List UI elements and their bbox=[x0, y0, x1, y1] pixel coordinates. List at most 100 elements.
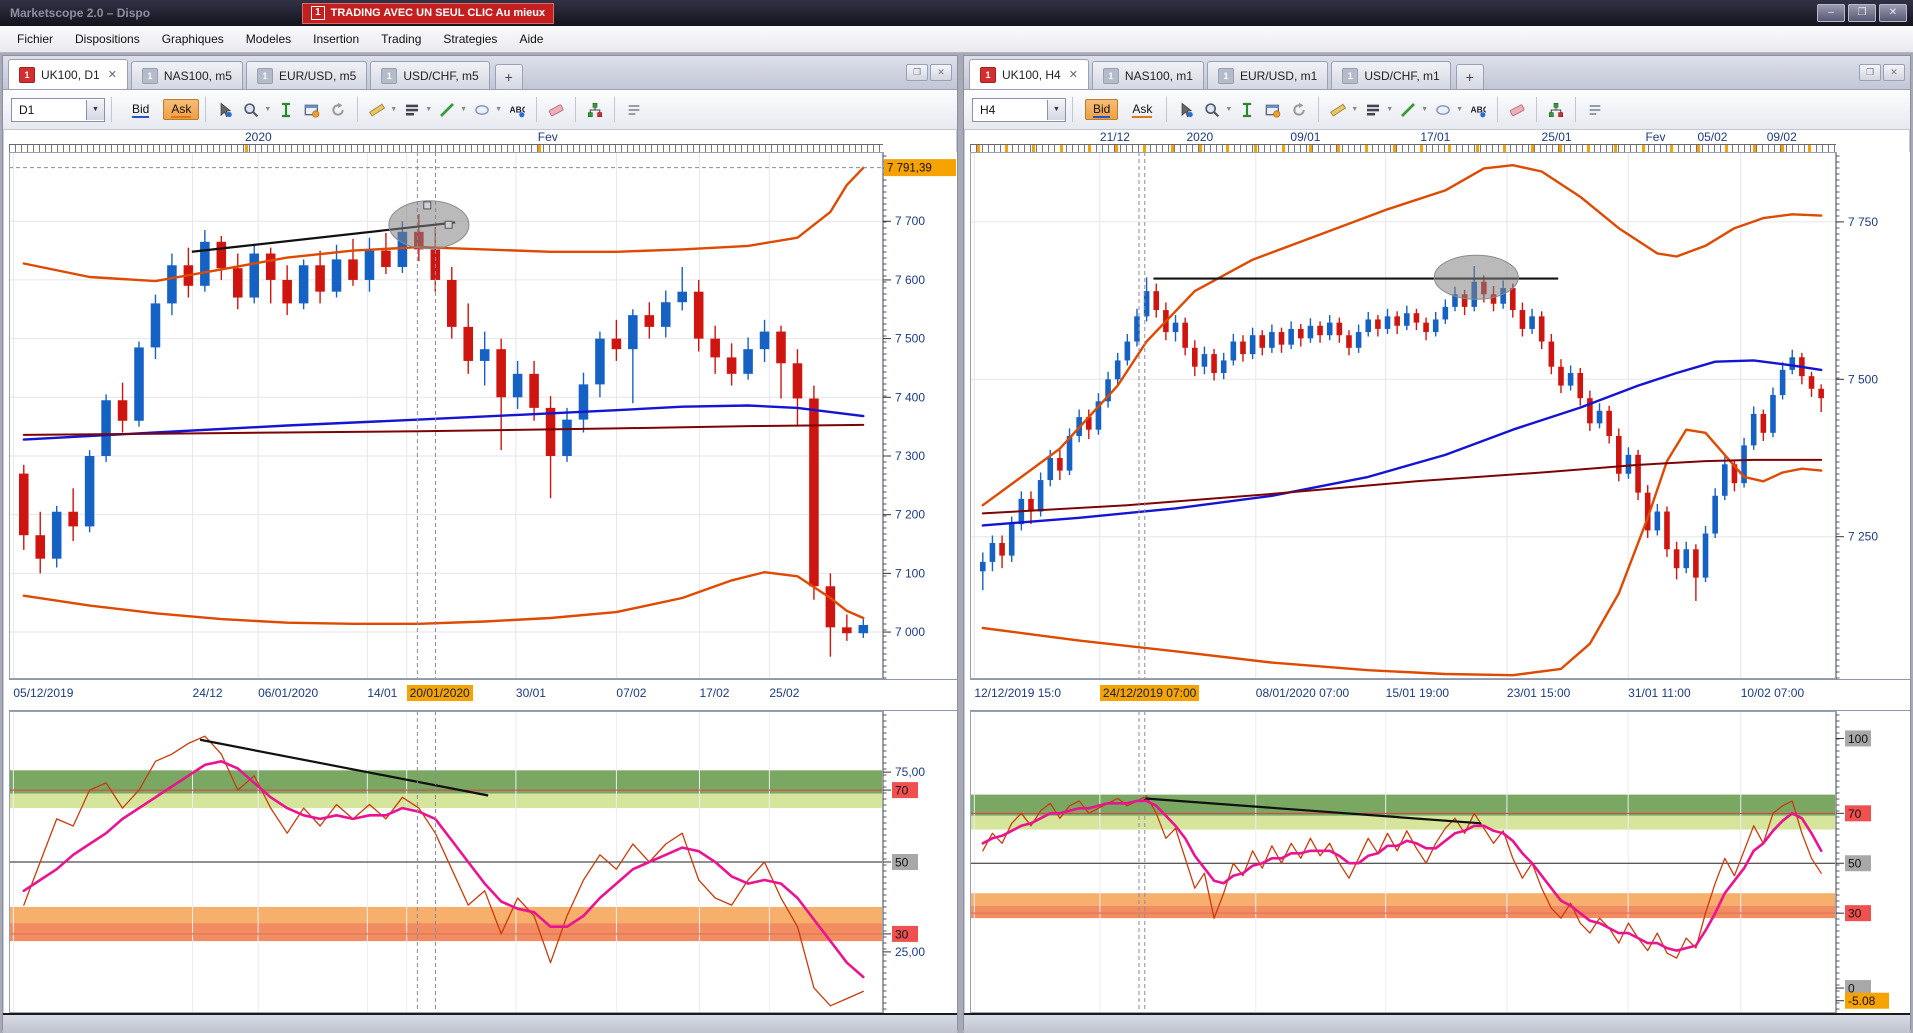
chevron-down-icon[interactable]: ▼ bbox=[495, 106, 502, 113]
indicators-icon[interactable] bbox=[1361, 98, 1385, 122]
chevron-down-icon[interactable]: ▼ bbox=[1386, 106, 1393, 113]
tab-nas100-m1[interactable]: 1 NAS100, m1 bbox=[1091, 61, 1204, 89]
rsi-indicator-pane[interactable]: 1007050300-5.08 bbox=[970, 711, 1910, 1013]
pointer-tool-icon[interactable] bbox=[1174, 98, 1198, 122]
tab-close-icon[interactable]: ✕ bbox=[108, 68, 117, 81]
date-label: 05/12/2019 bbox=[13, 686, 74, 700]
highlight-ellipse[interactable] bbox=[1433, 254, 1519, 300]
svg-text:75,00: 75,00 bbox=[895, 765, 925, 779]
menu-item-fichier[interactable]: Fichier bbox=[6, 28, 64, 50]
chart-settings-icon[interactable] bbox=[300, 98, 324, 122]
zoom-tool-icon[interactable] bbox=[1200, 98, 1224, 122]
shapes-icon[interactable] bbox=[1431, 98, 1455, 122]
chevron-down-icon[interactable]: ▼ bbox=[1456, 106, 1463, 113]
eraser-icon[interactable] bbox=[1505, 98, 1529, 122]
close-window-button[interactable]: ✕ bbox=[930, 64, 952, 81]
more-icon[interactable] bbox=[622, 98, 646, 122]
chevron-down-icon[interactable]: ▼ bbox=[1225, 106, 1232, 113]
close-button[interactable]: ✕ bbox=[1879, 4, 1907, 22]
chevron-down-icon[interactable]: ▼ bbox=[425, 106, 432, 113]
svg-text:7 750: 7 750 bbox=[1848, 215, 1878, 229]
month-tick bbox=[1198, 145, 1202, 152]
shapes-icon[interactable] bbox=[470, 98, 494, 122]
tab-uk100-d1[interactable]: 1 UK100, D1 ✕ bbox=[8, 59, 128, 89]
svg-text:-5.08: -5.08 bbox=[1848, 994, 1876, 1008]
selection-handle[interactable] bbox=[444, 220, 453, 229]
refresh-icon[interactable] bbox=[1287, 98, 1311, 122]
menu-item-graphiques[interactable]: Graphiques bbox=[151, 28, 235, 50]
period-dropdown[interactable]: D1 ▼ bbox=[11, 97, 105, 122]
rsi-indicator-pane[interactable]: 75,00 70 50 30 25,00 bbox=[9, 711, 957, 1013]
chevron-down-icon[interactable]: ▼ bbox=[1421, 106, 1428, 113]
svg-text:7 500: 7 500 bbox=[895, 332, 925, 346]
svg-text:7 400: 7 400 bbox=[895, 390, 925, 404]
strategy-icon[interactable] bbox=[583, 98, 607, 122]
tab-nas100-m5[interactable]: 1 NAS100, m5 bbox=[130, 61, 243, 89]
pointer-tool-icon[interactable] bbox=[213, 98, 237, 122]
tab-label: UK100, H4 bbox=[1002, 67, 1061, 82]
tab-usd-chf-m5[interactable]: 1 USD/CHF, m5 bbox=[370, 61, 490, 89]
chevron-down-icon[interactable]: ▼ bbox=[1047, 99, 1065, 120]
restore-button[interactable]: ❐ bbox=[1848, 4, 1876, 22]
chevron-down-icon[interactable]: ▼ bbox=[264, 106, 271, 113]
bid-button[interactable]: Bid bbox=[124, 99, 157, 120]
month-tick bbox=[1170, 145, 1174, 152]
tab-label: USD/CHF, m1 bbox=[1364, 68, 1440, 83]
tab-usd-chf-m1[interactable]: 1 USD/CHF, m1 bbox=[1331, 61, 1451, 89]
selection-handle[interactable] bbox=[423, 201, 432, 210]
text-tool-icon[interactable]: ABC bbox=[1466, 98, 1490, 122]
refresh-icon[interactable] bbox=[326, 98, 350, 122]
trendline-icon[interactable] bbox=[435, 98, 459, 122]
tab-close-icon[interactable]: ✕ bbox=[1069, 68, 1078, 81]
chevron-down-icon[interactable]: ▼ bbox=[390, 106, 397, 113]
autoscale-icon[interactable] bbox=[1235, 98, 1259, 122]
new-tab-button[interactable]: + bbox=[1455, 64, 1484, 89]
menu-item-aide[interactable]: Aide bbox=[508, 28, 554, 50]
text-tool-icon[interactable]: ABC bbox=[505, 98, 529, 122]
instrument-icon: 1 bbox=[256, 67, 273, 84]
tab-eur-usd-m1[interactable]: 1 EUR/USD, m1 bbox=[1206, 61, 1329, 89]
period-dropdown[interactable]: H4 ▼ bbox=[972, 97, 1066, 122]
trendline-icon[interactable] bbox=[1396, 98, 1420, 122]
close-window-button[interactable]: ✕ bbox=[1883, 64, 1905, 81]
more-icon[interactable] bbox=[1583, 98, 1607, 122]
one-click-trading-ticker[interactable]: 1 TRADING AVEC UN SEUL CLIC Au mieux bbox=[302, 2, 555, 24]
bid-label: Bid bbox=[132, 102, 150, 118]
eraser-icon[interactable] bbox=[544, 98, 568, 122]
bottom-scroll-strip[interactable] bbox=[3, 1013, 957, 1033]
new-tab-button[interactable]: + bbox=[494, 64, 523, 89]
indicators-icon[interactable] bbox=[400, 98, 424, 122]
menu-item-insertion[interactable]: Insertion bbox=[302, 28, 370, 50]
bid-button[interactable]: Bid bbox=[1085, 99, 1119, 120]
candlestick-chart-UK100-H4[interactable]: 7 750 7 500 7 250 bbox=[970, 152, 1910, 679]
ruler-icon[interactable] bbox=[365, 98, 389, 122]
ruler-icon[interactable] bbox=[1326, 98, 1350, 122]
restore-window-button[interactable]: ❐ bbox=[1859, 64, 1881, 81]
chevron-down-icon[interactable]: ▼ bbox=[460, 106, 467, 113]
chevron-down-icon[interactable]: ▼ bbox=[86, 99, 104, 120]
strategy-icon[interactable] bbox=[1544, 98, 1568, 122]
ask-button[interactable]: Ask bbox=[1124, 99, 1160, 120]
month-tick bbox=[1004, 145, 1008, 152]
tab-eur-usd-m5[interactable]: 1 EUR/USD, m5 bbox=[245, 61, 368, 89]
tab-uk100-h4[interactable]: 1 UK100, H4 ✕ bbox=[969, 59, 1089, 89]
autoscale-icon[interactable] bbox=[274, 98, 298, 122]
chevron-down-icon[interactable]: ▼ bbox=[1351, 106, 1358, 113]
date-label: 10/02 07:00 bbox=[1740, 686, 1805, 700]
chart-area: 21/12 2020 09/01 17/01 25/01 Fev 05/02 09/02 7 7… bbox=[970, 130, 1910, 1013]
menu-item-dispositions[interactable]: Dispositions bbox=[64, 28, 151, 50]
menu-item-strategies[interactable]: Strategies bbox=[432, 28, 508, 50]
candlestick-chart-UK100-D1[interactable]: 7 700 7 600 7 500 7 400 7 300 7 200 7 100 7 000… bbox=[9, 152, 957, 679]
svg-text:30: 30 bbox=[1848, 907, 1862, 921]
ask-button[interactable]: Ask bbox=[163, 99, 200, 120]
chart-settings-icon[interactable] bbox=[1261, 98, 1285, 122]
restore-window-button[interactable]: ❐ bbox=[906, 64, 928, 81]
bottom-scroll-strip[interactable] bbox=[964, 1013, 1910, 1033]
month-tick bbox=[1642, 145, 1646, 152]
zoom-tool-icon[interactable] bbox=[239, 98, 263, 122]
minimize-button[interactable]: – bbox=[1817, 4, 1845, 22]
date-label: 24/12 bbox=[192, 686, 223, 700]
menu-item-trading[interactable]: Trading bbox=[370, 28, 432, 50]
timeline-tick-strip bbox=[970, 144, 1836, 152]
menu-item-modeles[interactable]: Modeles bbox=[235, 28, 302, 50]
